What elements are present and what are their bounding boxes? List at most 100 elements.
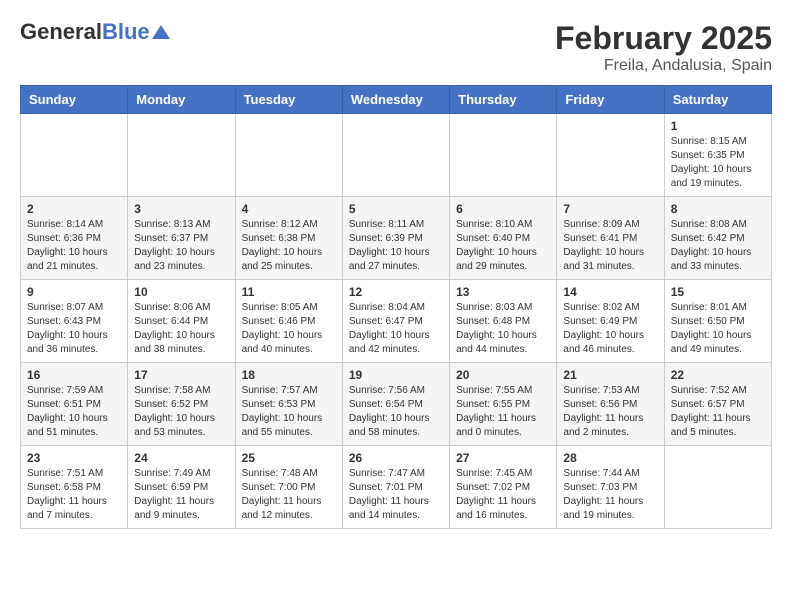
table-row bbox=[664, 446, 771, 529]
calendar-body: 1 Sunrise: 8:15 AM Sunset: 6:35 PM Daylig… bbox=[21, 114, 772, 529]
table-row: 6 Sunrise: 8:10 AM Sunset: 6:40 PM Daylig… bbox=[450, 197, 557, 280]
calendar-week-row: 2 Sunrise: 8:14 AM Sunset: 6:36 PM Daylig… bbox=[21, 197, 772, 280]
calendar-week-row: 16 Sunrise: 7:59 AM Sunset: 6:51 PM Dayli… bbox=[21, 363, 772, 446]
day-info: Sunrise: 8:15 AM Sunset: 6:35 PM Dayligh… bbox=[671, 135, 765, 191]
day-info: Sunrise: 8:11 AM Sunset: 6:39 PM Dayligh… bbox=[349, 218, 443, 274]
day-info: Sunrise: 7:56 AM Sunset: 6:54 PM Dayligh… bbox=[349, 384, 443, 440]
day-info: Sunrise: 8:08 AM Sunset: 6:42 PM Dayligh… bbox=[671, 218, 765, 274]
calendar-week-row: 1 Sunrise: 8:15 AM Sunset: 6:35 PM Daylig… bbox=[21, 114, 772, 197]
table-row: 19Sunrise: 7:56 AM Sunset: 6:54 PM Dayli… bbox=[342, 363, 449, 446]
day-number: 21 bbox=[563, 368, 657, 382]
table-row: 28Sunrise: 7:44 AM Sunset: 7:03 PM Dayli… bbox=[557, 446, 664, 529]
day-number: 12 bbox=[349, 285, 443, 299]
table-row: 27 Sunrise: 7:45 AM Sunset: 7:02 PM Dayli… bbox=[450, 446, 557, 529]
day-info: Sunrise: 8:01 AM Sunset: 6:50 PM Dayligh… bbox=[671, 301, 765, 357]
day-info: Sunrise: 7:49 AM Sunset: 6:59 PM Dayligh… bbox=[134, 467, 228, 523]
table-row: 1 Sunrise: 8:15 AM Sunset: 6:35 PM Daylig… bbox=[664, 114, 771, 197]
table-row: 20 Sunrise: 7:55 AM Sunset: 6:55 PM Dayli… bbox=[450, 363, 557, 446]
calendar-subtitle: Freila, Andalusia, Spain bbox=[555, 57, 772, 75]
calendar-header-row: Sunday Monday Tuesday Wednesday Thursday… bbox=[21, 86, 772, 114]
table-row bbox=[128, 114, 235, 197]
table-row: 18Sunrise: 7:57 AM Sunset: 6:53 PM Dayli… bbox=[235, 363, 342, 446]
day-number: 26 bbox=[349, 451, 443, 465]
table-row: 24 Sunrise: 7:49 AM Sunset: 6:59 PM Dayli… bbox=[128, 446, 235, 529]
day-number: 14 bbox=[563, 285, 657, 299]
day-number: 2 bbox=[27, 202, 121, 216]
day-info: Sunrise: 8:06 AM Sunset: 6:44 PM Dayligh… bbox=[134, 301, 228, 357]
header-friday: Friday bbox=[557, 86, 664, 114]
logo: GeneralBlue bbox=[20, 20, 170, 44]
day-number: 6 bbox=[456, 202, 550, 216]
calendar-week-row: 9 Sunrise: 8:07 AM Sunset: 6:43 PM Daylig… bbox=[21, 280, 772, 363]
header-tuesday: Tuesday bbox=[235, 86, 342, 114]
calendar-table: Sunday Monday Tuesday Wednesday Thursday… bbox=[20, 85, 772, 529]
day-info: Sunrise: 8:10 AM Sunset: 6:40 PM Dayligh… bbox=[456, 218, 550, 274]
header-thursday: Thursday bbox=[450, 86, 557, 114]
day-info: Sunrise: 8:09 AM Sunset: 6:41 PM Dayligh… bbox=[563, 218, 657, 274]
table-row: 10 Sunrise: 8:06 AM Sunset: 6:44 PM Dayli… bbox=[128, 280, 235, 363]
day-info: Sunrise: 7:52 AM Sunset: 6:57 PM Dayligh… bbox=[671, 384, 765, 440]
day-info: Sunrise: 8:02 AM Sunset: 6:49 PM Dayligh… bbox=[563, 301, 657, 357]
table-row: 3 Sunrise: 8:13 AM Sunset: 6:37 PM Daylig… bbox=[128, 197, 235, 280]
title-block: February 2025 Freila, Andalusia, Spain bbox=[555, 20, 772, 75]
day-number: 11 bbox=[242, 285, 336, 299]
table-row: 15 Sunrise: 8:01 AM Sunset: 6:50 PM Dayli… bbox=[664, 280, 771, 363]
table-row: 11 Sunrise: 8:05 AM Sunset: 6:46 PM Dayli… bbox=[235, 280, 342, 363]
logo-blue: Blue bbox=[102, 19, 150, 44]
day-number: 7 bbox=[563, 202, 657, 216]
page-header: GeneralBlue February 2025 Freila, Andalu… bbox=[20, 20, 772, 75]
table-row bbox=[557, 114, 664, 197]
table-row bbox=[342, 114, 449, 197]
day-number: 3 bbox=[134, 202, 228, 216]
table-row: 22Sunrise: 7:52 AM Sunset: 6:57 PM Dayli… bbox=[664, 363, 771, 446]
header-wednesday: Wednesday bbox=[342, 86, 449, 114]
day-info: Sunrise: 7:45 AM Sunset: 7:02 PM Dayligh… bbox=[456, 467, 550, 523]
day-number: 16 bbox=[27, 368, 121, 382]
day-info: Sunrise: 7:51 AM Sunset: 6:58 PM Dayligh… bbox=[27, 467, 121, 523]
day-number: 5 bbox=[349, 202, 443, 216]
table-row: 5 Sunrise: 8:11 AM Sunset: 6:39 PM Daylig… bbox=[342, 197, 449, 280]
day-number: 8 bbox=[671, 202, 765, 216]
table-row: 8 Sunrise: 8:08 AM Sunset: 6:42 PM Daylig… bbox=[664, 197, 771, 280]
day-number: 24 bbox=[134, 451, 228, 465]
calendar-title: February 2025 bbox=[555, 20, 772, 57]
day-number: 17 bbox=[134, 368, 228, 382]
table-row: 14 Sunrise: 8:02 AM Sunset: 6:49 PM Dayli… bbox=[557, 280, 664, 363]
table-row: 7 Sunrise: 8:09 AM Sunset: 6:41 PM Daylig… bbox=[557, 197, 664, 280]
day-info: Sunrise: 8:07 AM Sunset: 6:43 PM Dayligh… bbox=[27, 301, 121, 357]
day-number: 27 bbox=[456, 451, 550, 465]
day-number: 9 bbox=[27, 285, 121, 299]
day-info: Sunrise: 8:05 AM Sunset: 6:46 PM Dayligh… bbox=[242, 301, 336, 357]
day-info: Sunrise: 7:48 AM Sunset: 7:00 PM Dayligh… bbox=[242, 467, 336, 523]
table-row: 26 Sunrise: 7:47 AM Sunset: 7:01 PM Dayli… bbox=[342, 446, 449, 529]
day-info: Sunrise: 7:53 AM Sunset: 6:56 PM Dayligh… bbox=[563, 384, 657, 440]
day-info: Sunrise: 8:13 AM Sunset: 6:37 PM Dayligh… bbox=[134, 218, 228, 274]
day-info: Sunrise: 7:59 AM Sunset: 6:51 PM Dayligh… bbox=[27, 384, 121, 440]
table-row: 13Sunrise: 8:03 AM Sunset: 6:48 PM Dayli… bbox=[450, 280, 557, 363]
day-info: Sunrise: 8:14 AM Sunset: 6:36 PM Dayligh… bbox=[27, 218, 121, 274]
day-info: Sunrise: 8:12 AM Sunset: 6:38 PM Dayligh… bbox=[242, 218, 336, 274]
table-row: 9 Sunrise: 8:07 AM Sunset: 6:43 PM Daylig… bbox=[21, 280, 128, 363]
day-number: 10 bbox=[134, 285, 228, 299]
table-row: 23 Sunrise: 7:51 AM Sunset: 6:58 PM Dayli… bbox=[21, 446, 128, 529]
day-number: 15 bbox=[671, 285, 765, 299]
table-row: 4 Sunrise: 8:12 AM Sunset: 6:38 PM Daylig… bbox=[235, 197, 342, 280]
day-info: Sunrise: 7:57 AM Sunset: 6:53 PM Dayligh… bbox=[242, 384, 336, 440]
day-number: 1 bbox=[671, 119, 765, 133]
header-sunday: Sunday bbox=[21, 86, 128, 114]
day-info: Sunrise: 8:03 AM Sunset: 6:48 PM Dayligh… bbox=[456, 301, 550, 357]
day-info: Sunrise: 7:55 AM Sunset: 6:55 PM Dayligh… bbox=[456, 384, 550, 440]
header-saturday: Saturday bbox=[664, 86, 771, 114]
table-row: 12 Sunrise: 8:04 AM Sunset: 6:47 PM Dayli… bbox=[342, 280, 449, 363]
day-info: Sunrise: 7:58 AM Sunset: 6:52 PM Dayligh… bbox=[134, 384, 228, 440]
table-row bbox=[235, 114, 342, 197]
day-number: 28 bbox=[563, 451, 657, 465]
day-number: 4 bbox=[242, 202, 336, 216]
table-row bbox=[21, 114, 128, 197]
day-number: 23 bbox=[27, 451, 121, 465]
day-info: Sunrise: 7:47 AM Sunset: 7:01 PM Dayligh… bbox=[349, 467, 443, 523]
logo-icon bbox=[152, 23, 170, 41]
day-info: Sunrise: 8:04 AM Sunset: 6:47 PM Dayligh… bbox=[349, 301, 443, 357]
day-number: 20 bbox=[456, 368, 550, 382]
table-row: 2 Sunrise: 8:14 AM Sunset: 6:36 PM Daylig… bbox=[21, 197, 128, 280]
